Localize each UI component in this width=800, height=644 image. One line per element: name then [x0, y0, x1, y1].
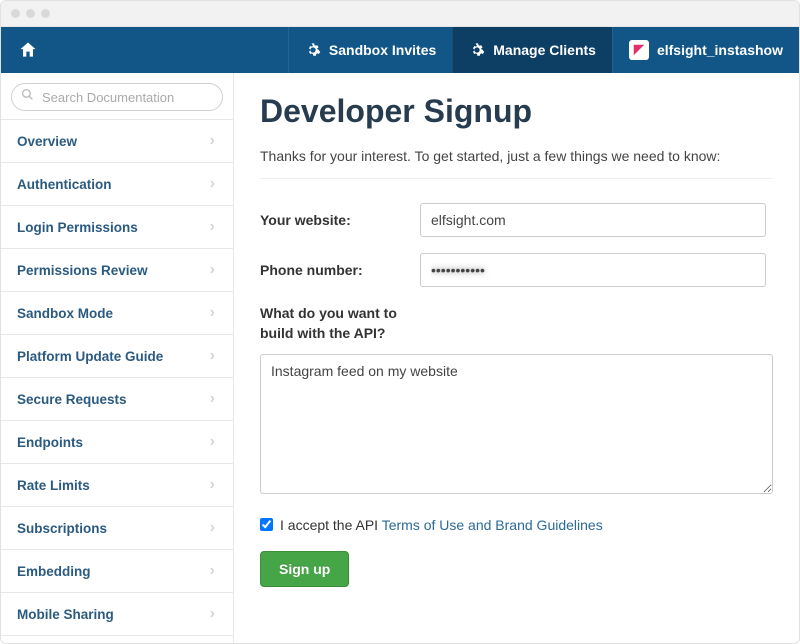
search-box [11, 83, 223, 111]
sidebar-item-authentication[interactable]: Authentication › [1, 163, 233, 205]
chevron-right-icon: › [210, 433, 215, 451]
chevron-right-icon: › [210, 476, 215, 494]
sidebar-item-sandbox-mode[interactable]: Sandbox Mode › [1, 292, 233, 334]
signup-button[interactable]: Sign up [260, 551, 349, 587]
sidebar-item-label: Endpoints [17, 435, 83, 450]
sidebar-item-label: Rate Limits [17, 478, 90, 493]
terms-checkbox[interactable] [260, 518, 273, 531]
chevron-right-icon: › [210, 218, 215, 236]
sidebar-item-label: Subscriptions [17, 521, 107, 536]
website-input[interactable] [420, 203, 766, 237]
user-app-icon [629, 40, 649, 60]
nav-user[interactable]: elfsight_instashow [612, 27, 799, 73]
window-dot [41, 9, 50, 18]
sidebar-item-permissions-review[interactable]: Permissions Review › [1, 249, 233, 291]
chevron-right-icon: › [210, 390, 215, 408]
window-dot [26, 9, 35, 18]
search-input[interactable] [11, 83, 223, 111]
page-title: Developer Signup [260, 93, 773, 130]
website-label: Your website: [260, 212, 420, 228]
sidebar-item-label: Login Permissions [17, 220, 138, 235]
phone-input[interactable] [420, 253, 766, 287]
sidebar-item-login-permissions[interactable]: Login Permissions › [1, 206, 233, 248]
username-label: elfsight_instashow [657, 42, 783, 58]
main-content: Developer Signup Thanks for your interes… [234, 73, 799, 644]
sidebar-item-endpoints[interactable]: Endpoints › [1, 421, 233, 463]
sidebar-item-label: Secure Requests [17, 392, 127, 407]
chevron-right-icon: › [210, 519, 215, 537]
sidebar-item-secure-requests[interactable]: Secure Requests › [1, 378, 233, 420]
build-label: What do you want to build with the API? [260, 303, 773, 344]
chevron-right-icon: › [210, 261, 215, 279]
gear-icon [469, 42, 485, 58]
nav-label: Sandbox Invites [329, 42, 436, 58]
sidebar-item-overview[interactable]: Overview › [1, 120, 233, 162]
top-nav: Sandbox Invites Manage Clients elfsight_… [1, 27, 799, 73]
nav-manage-clients[interactable]: Manage Clients [452, 27, 612, 73]
sidebar-item-rate-limits[interactable]: Rate Limits › [1, 464, 233, 506]
sidebar-item-label: Authentication [17, 177, 112, 192]
search-icon [21, 88, 34, 106]
phone-label: Phone number: [260, 262, 420, 278]
browser-titlebar [1, 1, 799, 27]
sidebar-item-label: Mobile Sharing [17, 607, 114, 622]
sidebar-item-label: Permissions Review [17, 263, 148, 278]
nav-sandbox-invites[interactable]: Sandbox Invites [288, 27, 452, 73]
build-textarea[interactable] [260, 354, 773, 494]
sidebar-item-platform-update-guide[interactable]: Platform Update Guide › [1, 335, 233, 377]
chevron-right-icon: › [210, 304, 215, 322]
sidebar-item-mobile-sharing[interactable]: Mobile Sharing › [1, 593, 233, 635]
sidebar-item-label: Overview [17, 134, 77, 149]
sidebar: Overview › Authentication › Login Permissi… [1, 73, 234, 644]
sidebar-item-label: Embedding [17, 564, 91, 579]
sidebar-item-embedding[interactable]: Embedding › [1, 550, 233, 592]
nav-label: Manage Clients [493, 42, 596, 58]
gear-icon [305, 42, 321, 58]
sidebar-item-label: Sandbox Mode [17, 306, 113, 321]
home-icon [18, 40, 38, 60]
sidebar-item-label: Platform Update Guide [17, 349, 163, 364]
chevron-right-icon: › [210, 347, 215, 365]
sidebar-item-libraries[interactable]: Libraries› [1, 636, 233, 644]
sidebar-nav: Overview › Authentication › Login Permissi… [1, 119, 233, 644]
terms-link[interactable]: Terms of Use and Brand Guidelines [382, 517, 603, 533]
intro-text: Thanks for your interest. To get started… [260, 148, 773, 179]
terms-text: I accept the API Terms of Use and Brand … [280, 517, 603, 533]
window-dot [11, 9, 20, 18]
chevron-right-icon: › [210, 132, 215, 150]
home-button[interactable] [1, 27, 55, 73]
sidebar-item-subscriptions[interactable]: Subscriptions › [1, 507, 233, 549]
chevron-right-icon: › [210, 175, 215, 193]
chevron-right-icon: › [210, 605, 215, 623]
chevron-right-icon: › [210, 562, 215, 580]
